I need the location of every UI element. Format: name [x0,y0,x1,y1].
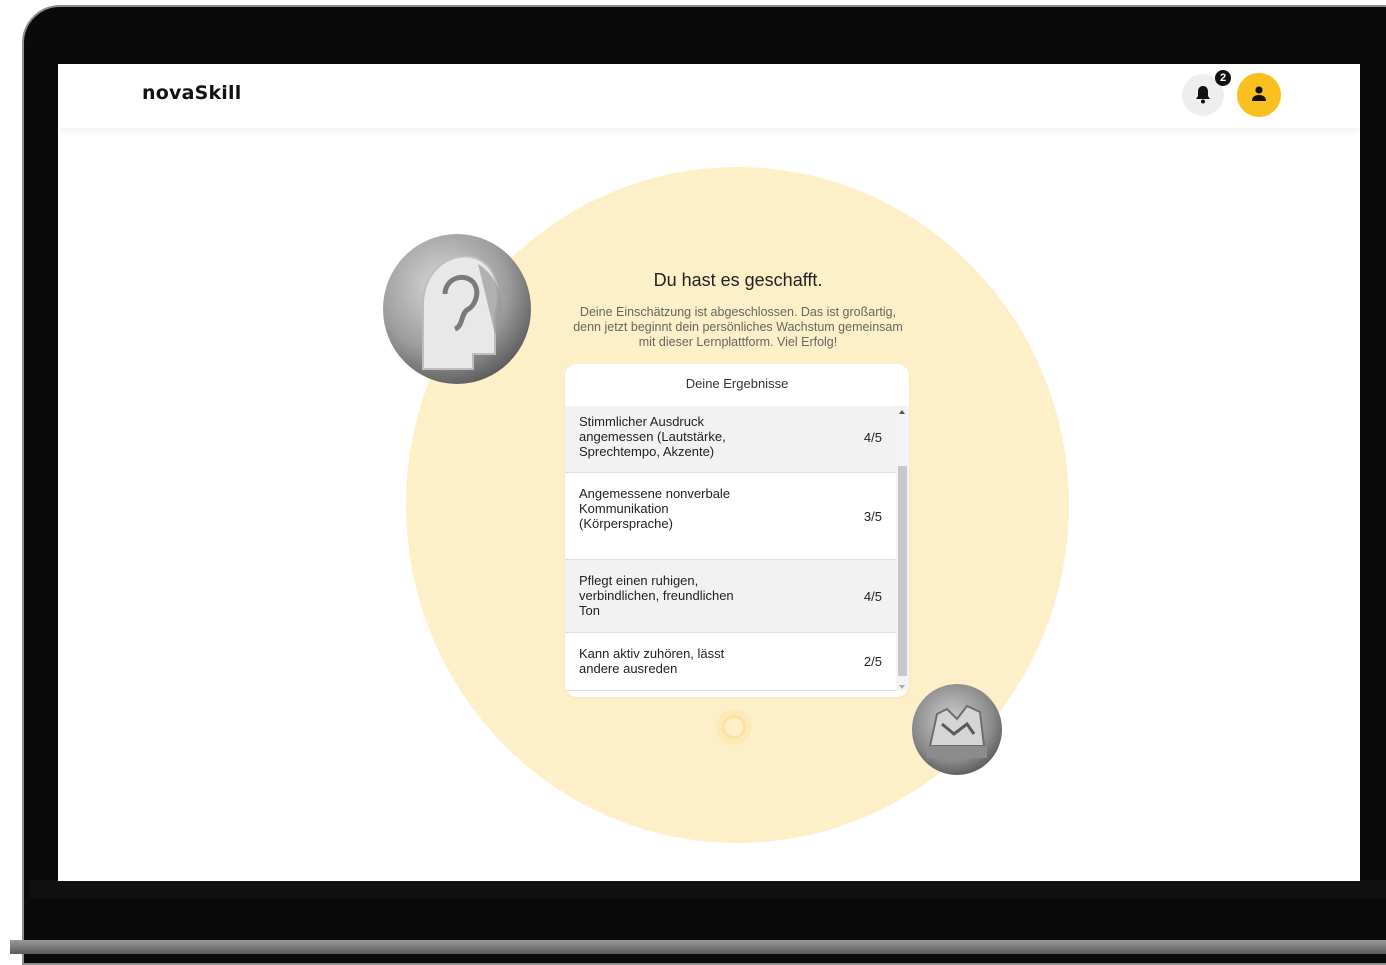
loading-spinner-icon [722,715,746,739]
result-score: 2/5 [863,654,882,669]
result-score: 4/5 [863,430,882,445]
result-score: 4/5 [863,589,882,604]
user-profile-button[interactable] [1237,73,1281,117]
user-icon [1252,86,1266,101]
page-title: Du hast es geschafft. [653,270,823,290]
notification-count-badge: 2 [1215,70,1231,86]
result-label: Kann aktiv zuhören, lässt andere ausrede… [579,646,725,676]
scroll-down-arrow-icon[interactable] [899,685,905,689]
result-row: Pflegt einen ruhigen, verbindlichen, fre… [565,560,896,633]
result-row: Kann aktiv zuhören, lässt andere ausrede… [565,633,896,691]
laptop-base [10,940,1386,954]
results-card: Deine Ergebnisse Stimmlicher Ausdruck an… [565,364,909,697]
page-subtitle: Deine Einschätzung ist abgeschlossen. Da… [573,305,903,349]
logo[interactable]: novaSkill [142,82,241,104]
results-header: Deine Ergebnisse [565,364,909,407]
laptop-bezel [30,880,1386,898]
result-row: Angemessene nonverbale Kommunikation (Kö… [565,473,896,560]
scroll-up-arrow-icon[interactable] [899,410,905,414]
result-label: Angemessene nonverbale Kommunikation (Kö… [579,486,731,531]
results-scrollbar[interactable] [896,406,909,691]
result-label: Pflegt einen ruhigen, verbindlichen, fre… [579,573,734,618]
result-score: 3/5 [863,509,882,524]
top-header: novaSkill 2 [58,64,1360,128]
result-label: Stimmlicher Ausdruck angemessen (Lautstä… [579,414,726,459]
results-list[interactable]: Stimmlicher Ausdruck angemessen (Lautstä… [565,406,896,691]
hands-sculpture-image [912,684,1002,775]
bell-icon [1196,86,1210,104]
app-screen: novaSkill 2 Du hast es geschafft. Deine … [58,64,1360,881]
scroll-thumb[interactable] [898,466,907,676]
ear-sculpture-image [383,234,531,384]
result-row: Stimmlicher Ausdruck angemessen (Lautstä… [565,406,896,473]
